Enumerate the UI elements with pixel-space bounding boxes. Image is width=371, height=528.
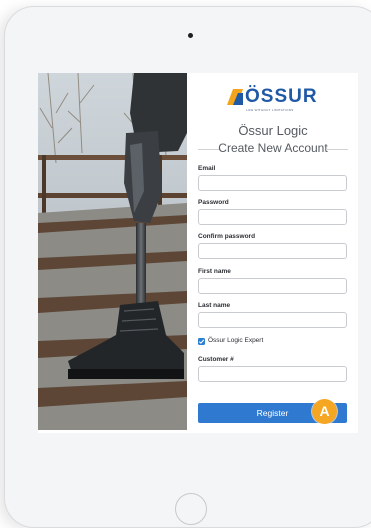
confirm-password-field[interactable] bbox=[198, 243, 347, 259]
first-name-label: First name bbox=[198, 268, 231, 275]
email-field[interactable] bbox=[198, 175, 347, 191]
subtitle-divider-right bbox=[326, 149, 348, 150]
hero-photo bbox=[38, 73, 187, 430]
confirm-password-label: Confirm password bbox=[198, 233, 256, 240]
home-button[interactable] bbox=[175, 493, 207, 525]
customer-number-label: Customer # bbox=[198, 356, 234, 363]
app-title: Össur Logic bbox=[238, 123, 308, 138]
form-title: Create New Account bbox=[218, 141, 328, 155]
callout-badge: A bbox=[312, 399, 337, 424]
camera-dot bbox=[188, 33, 193, 38]
logo-wordmark: ÖSSUR bbox=[245, 86, 318, 107]
customer-number-field[interactable] bbox=[198, 366, 347, 382]
expert-checkbox[interactable] bbox=[198, 338, 205, 345]
first-name-field[interactable] bbox=[198, 278, 347, 294]
password-label: Password bbox=[198, 199, 229, 206]
checkmark-icon bbox=[198, 339, 205, 344]
last-name-field[interactable] bbox=[198, 312, 347, 328]
email-label: Email bbox=[198, 165, 216, 172]
app-screen: ÖSSUR LIFE WITHOUT LIMITATIONS Össur Log… bbox=[38, 73, 358, 433]
ossur-logo: ÖSSUR LIFE WITHOUT LIMITATIONS bbox=[227, 86, 320, 115]
last-name-label: Last name bbox=[198, 302, 231, 309]
ossur-logo-mark-icon bbox=[227, 89, 243, 105]
expert-checkbox-label: Össur Logic Expert bbox=[208, 337, 264, 344]
logo-tagline: LIFE WITHOUT LIMITATIONS bbox=[246, 108, 294, 112]
password-field[interactable] bbox=[198, 209, 347, 225]
signup-form: ÖSSUR LIFE WITHOUT LIMITATIONS Össur Log… bbox=[198, 73, 348, 433]
